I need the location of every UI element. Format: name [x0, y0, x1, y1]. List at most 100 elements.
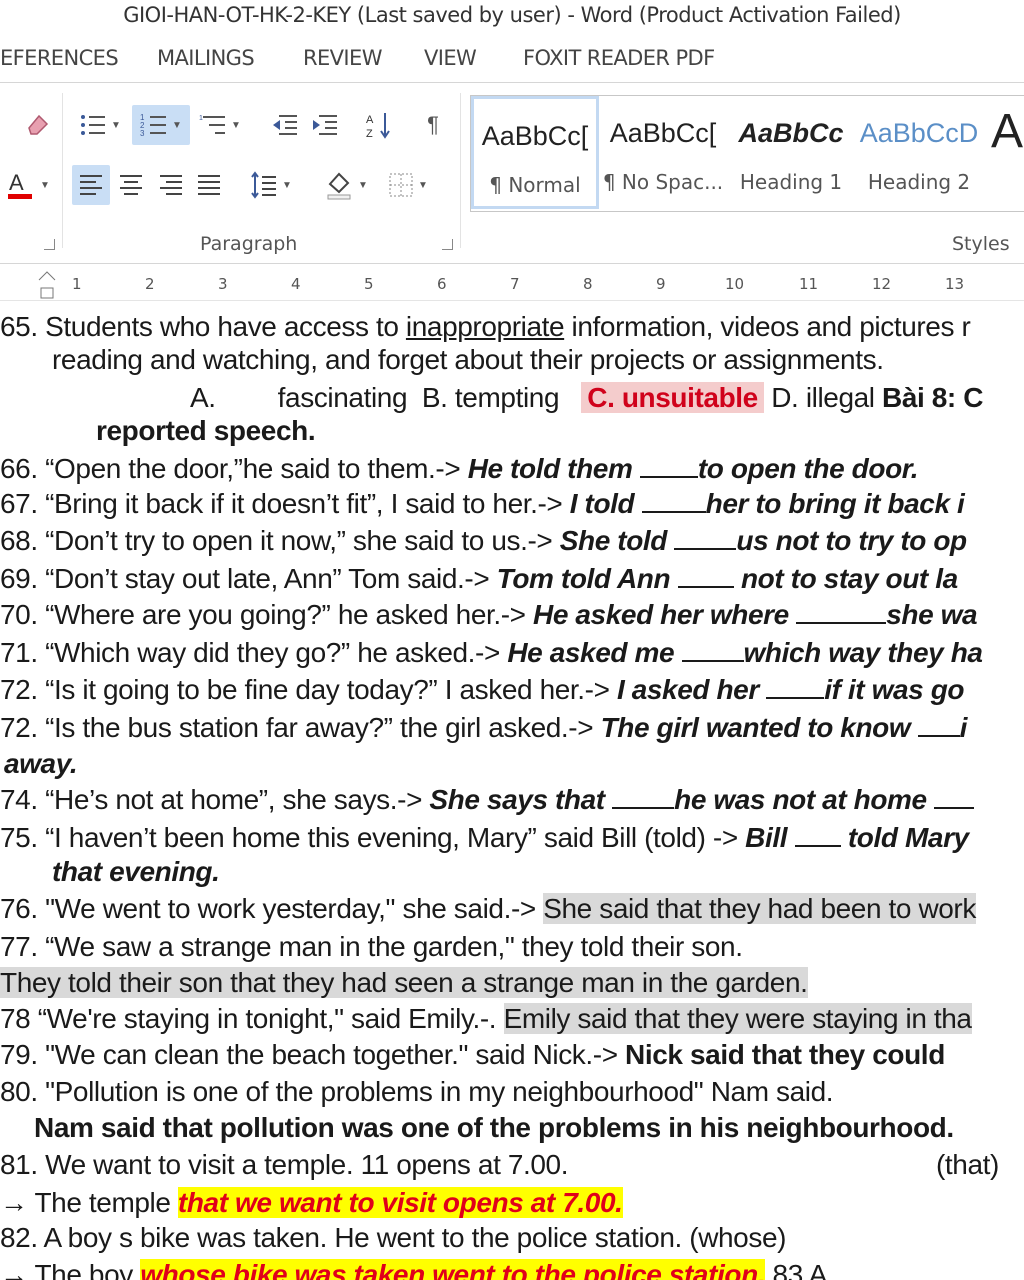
q-text: 78 “We're staying in tonight," said Emil…: [0, 1003, 504, 1034]
option-a: A.: [190, 382, 216, 413]
q-text: Students who have access to: [37, 311, 406, 342]
question-72b-line2: away.: [4, 748, 78, 779]
q-text: 74. “He’s not at home”, she says.->: [0, 784, 430, 815]
style-heading-1[interactable]: AaBbCc Heading 1: [727, 96, 855, 209]
option-b: B. tempting: [421, 382, 560, 413]
document-page[interactable]: 65. Students who have access to inapprop…: [0, 300, 1024, 1280]
align-left-icon[interactable]: [72, 165, 110, 205]
line-spacing-icon[interactable]: ▼: [244, 165, 298, 205]
svg-text:A: A: [9, 170, 24, 195]
question-72b: 72. “Is the bus station far away?” the g…: [0, 711, 967, 745]
q-text: 67. “Bring it back if it doesn’t fit”, I…: [0, 488, 570, 519]
sort-icon[interactable]: AZ: [360, 105, 398, 145]
q-answer: He asked me: [507, 637, 682, 668]
borders-icon[interactable]: ▼: [380, 165, 436, 205]
font-color-icon[interactable]: A ▼: [0, 165, 56, 205]
q-answer-rest: he was not at home: [674, 784, 935, 815]
multilevel-list-icon[interactable]: 1 ▼: [194, 105, 246, 145]
question-82-answer: → The boy whose bike was taken went to t…: [0, 1258, 827, 1280]
question-77-answer: They told their son that they had seen a…: [0, 966, 808, 1000]
blank: [766, 673, 825, 699]
style-no-spacing[interactable]: AaBbCc[ ¶ No Spac...: [599, 96, 727, 209]
q-text: 76. "We went to work yesterday," she sai…: [0, 893, 544, 924]
q-text: 75. “I haven’t been home this evening, M…: [0, 822, 746, 853]
q-answer-rest: if it was go: [824, 674, 965, 705]
question-74: 74. “He’s not at home”, she says.-> She …: [0, 783, 975, 817]
q-text: 69. “Don’t stay out late, Ann” Tom said.…: [0, 563, 497, 594]
tab-review[interactable]: REVIEW: [303, 46, 382, 70]
answer-prefix: → The boy: [0, 1259, 141, 1280]
question-65: 65. Students who have access to inapprop…: [0, 310, 971, 344]
q-answer: I told: [569, 488, 642, 519]
ruler-number: 11: [799, 275, 819, 293]
tab-foxit-reader-pdf[interactable]: FOXIT READER PDF: [523, 46, 715, 70]
question-81-hint: (that): [936, 1149, 999, 1180]
q-answer-rest: i: [959, 712, 968, 743]
question-70: 70. “Where are you going?” he asked her.…: [0, 598, 978, 632]
increase-indent-icon[interactable]: [306, 105, 344, 145]
q-answer: Emily said that they were staying in tha: [503, 1003, 972, 1034]
pilcrow-icon[interactable]: ¶: [414, 105, 452, 145]
q-text: information, videos and pictures r: [564, 311, 971, 342]
blank: [681, 636, 744, 662]
svg-text:3: 3: [140, 129, 145, 138]
svg-text:Z: Z: [366, 128, 373, 139]
numbering-icon[interactable]: 1 2 3 ▼: [132, 105, 190, 145]
question-69: 69. “Don’t stay out late, Ann” Tom said.…: [0, 562, 958, 596]
answer-prefix: → The temple: [0, 1187, 178, 1218]
option-d: D. illegal: [763, 382, 882, 413]
style-heading-2[interactable]: AaBbCcD Heading 2: [855, 96, 983, 209]
question-80-answer: Nam said that pollution was one of the p…: [34, 1112, 954, 1143]
question-75: 75. “I haven’t been home this evening, M…: [0, 821, 969, 855]
q-answer: Tom told Ann: [496, 563, 678, 594]
decrease-indent-icon[interactable]: [266, 105, 304, 145]
style-name: Heading 2: [867, 170, 971, 194]
q-answer: She told: [559, 525, 675, 556]
question-72a: 72. “Is it going to be fine day today?” …: [0, 673, 965, 707]
style-sample: AaBbCcD: [859, 118, 979, 148]
tab-mailings[interactable]: MAILINGS: [157, 46, 255, 70]
style-normal[interactable]: AaBbCc[ ¶ Normal: [471, 96, 599, 209]
blank: [796, 598, 887, 624]
question-77: 77. “We saw a strange man in the garden,…: [0, 931, 743, 962]
section-heading-line2: reported speech.: [96, 415, 316, 446]
center-icon[interactable]: [112, 165, 150, 205]
ruler-number: 12: [872, 275, 892, 293]
blank: [934, 783, 975, 809]
eraser-icon[interactable]: [18, 105, 58, 145]
paragraph-dialog-launcher-icon[interactable]: [442, 239, 453, 250]
q-answer: He asked her where: [533, 599, 797, 630]
q-text: 68. “Don’t try to open it now,” she said…: [0, 525, 560, 556]
ribbon: ▼ 1 2 3 ▼ 1 ▼ AZ ¶ A ▼ ▼ ▼ ▼ Paragraph A…: [0, 83, 1024, 264]
justify-icon[interactable]: [190, 165, 228, 205]
tab-view[interactable]: VIEW: [424, 46, 477, 70]
q-answer: The girl wanted to know: [600, 712, 918, 743]
q-answer: He told them: [467, 453, 640, 484]
q-text: 83 A: [765, 1259, 828, 1280]
bullets-icon[interactable]: ▼: [74, 105, 126, 145]
style-title[interactable]: A: [977, 96, 1024, 209]
blank: [612, 783, 675, 809]
style-sample: AaBbCc: [738, 118, 844, 148]
dialog-launcher-icon[interactable]: [44, 239, 55, 250]
option-c-answer: C. unsuitable: [581, 382, 764, 413]
horizontal-ruler[interactable]: 1 2 3 4 5 6 7 8 9 10 11 12 13: [0, 266, 1024, 301]
q-answer-rest: to open the door.: [697, 453, 919, 484]
blank: [794, 821, 841, 847]
style-name: Heading 1: [739, 170, 843, 194]
tab-references[interactable]: EFERENCES: [0, 46, 119, 70]
q-answer: Nick said that they could: [625, 1039, 945, 1070]
align-right-icon[interactable]: [152, 165, 190, 205]
question-66: 66. “Open the door,”he said to them.-> H…: [0, 452, 919, 486]
ribbon-tabs: EFERENCES MAILINGS REVIEW VIEW FOXIT REA…: [0, 42, 1024, 83]
blank: [917, 711, 960, 737]
question-65-options: A. fascinating B. tempting C. unsuitable …: [190, 381, 983, 415]
ruler-number: 5: [364, 275, 374, 293]
q-text: 72. “Is it going to be fine day today?” …: [0, 674, 617, 705]
question-81-answer: → The temple that we want to visit opens…: [0, 1186, 623, 1220]
style-name: ¶ No Spac...: [602, 170, 724, 194]
q-answer-rest: she wa: [886, 599, 978, 630]
q-text: 70. “Where are you going?” he asked her.…: [0, 599, 534, 630]
shading-icon[interactable]: ▼: [318, 165, 374, 205]
q-answer: that we want to visit opens at 7.00.: [177, 1187, 623, 1218]
